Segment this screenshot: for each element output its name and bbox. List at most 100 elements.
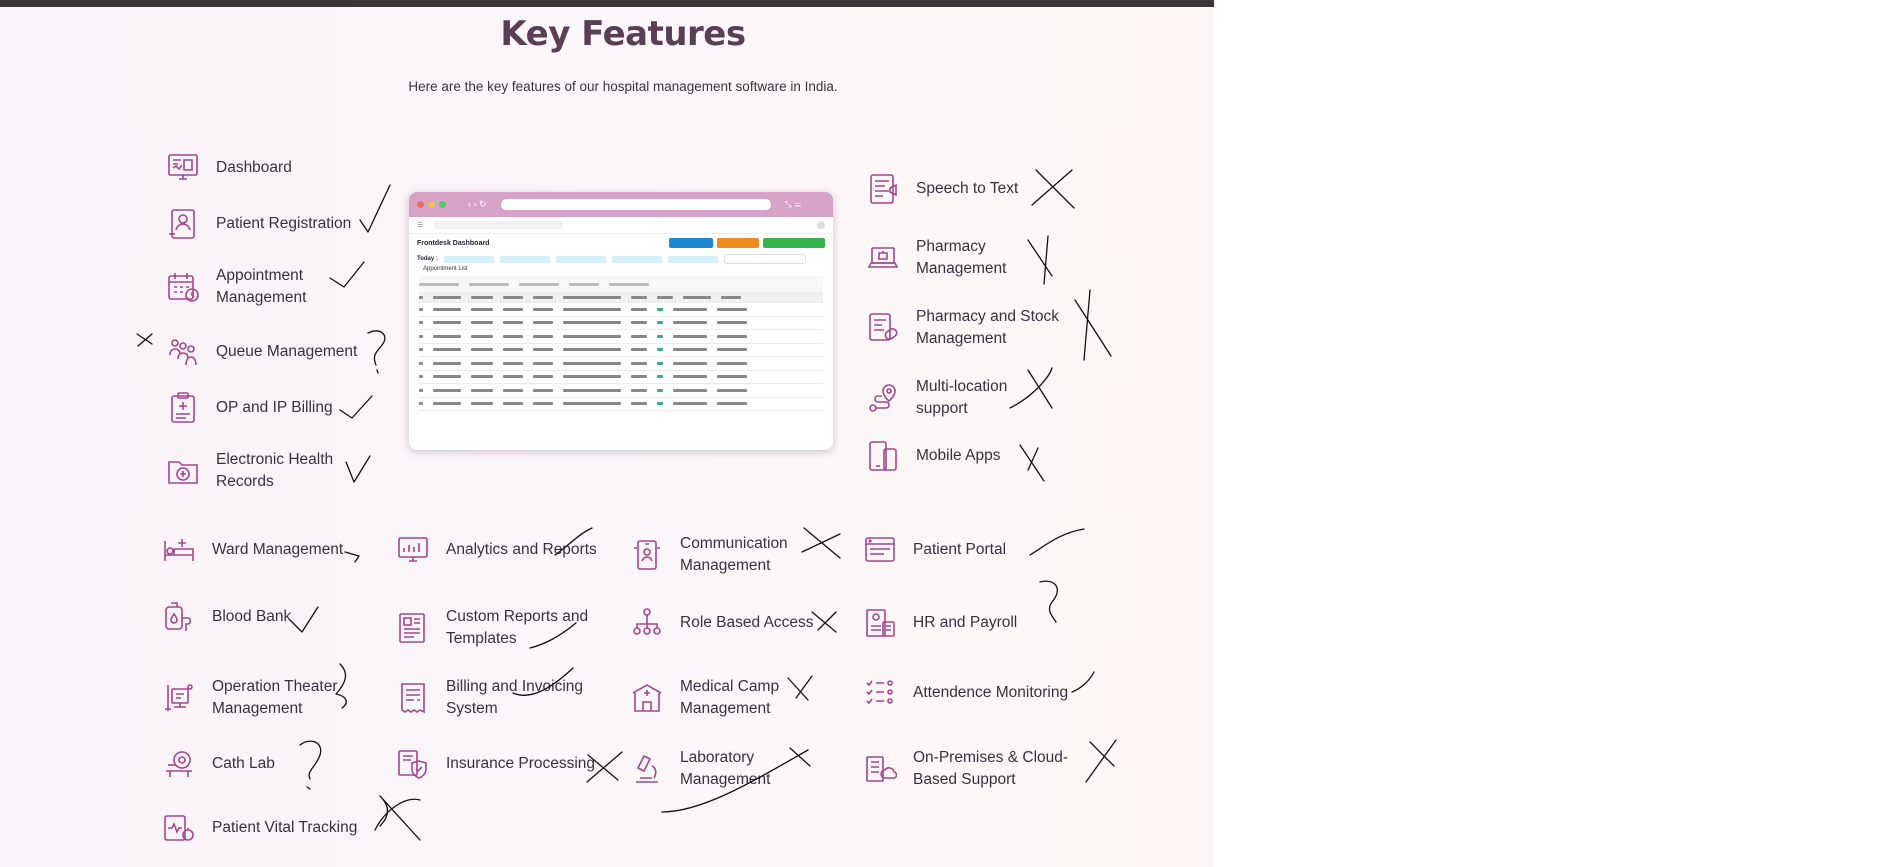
feature-patient-vital-tracking: Patient Vital Tracking bbox=[162, 811, 357, 845]
check-mark bbox=[345, 455, 371, 483]
appointment-table bbox=[419, 276, 823, 411]
check-mark bbox=[1029, 528, 1085, 556]
feature-label: Speech to Text bbox=[916, 180, 1019, 197]
pharmacy-laptop-icon bbox=[866, 241, 900, 275]
check-mark bbox=[1071, 671, 1095, 693]
feature-label: Appointment Management bbox=[216, 267, 307, 306]
page-title: Key Features bbox=[500, 14, 746, 54]
feature-label: Patient Portal bbox=[913, 541, 1007, 558]
patient-registration-icon bbox=[166, 207, 200, 241]
cross-mark bbox=[1019, 444, 1045, 482]
feature-operation-theater: Operation Theater Management bbox=[162, 676, 338, 720]
feature-blood-bank: Blood Bank bbox=[162, 600, 291, 634]
cross-mark bbox=[1027, 235, 1053, 285]
feature-label: Custom Reports and Templates bbox=[446, 608, 589, 647]
today-label: Today : bbox=[417, 256, 438, 262]
feature-label: OP and IP Billing bbox=[216, 399, 333, 416]
insurance-shield-icon bbox=[396, 747, 430, 781]
feature-label: HR and Payroll bbox=[913, 614, 1018, 631]
bracket-mark bbox=[1039, 580, 1058, 623]
feature-custom-reports: Custom Reports and Templates bbox=[396, 606, 588, 650]
feature-label: Billing and Invoicing System bbox=[446, 678, 584, 717]
app-toolbar: ☰ bbox=[409, 217, 833, 234]
cross-mark bbox=[1085, 739, 1117, 783]
feature-patient-portal: Patient Portal bbox=[863, 533, 1006, 567]
top-bar bbox=[0, 0, 1214, 7]
feature-label: Role Based Access bbox=[680, 614, 814, 631]
operation-theater-icon bbox=[162, 681, 196, 715]
feature-speech-to-text: Speech to Text bbox=[866, 172, 1018, 206]
check-mark bbox=[289, 606, 319, 633]
dashboard-heading: Frontdesk Dashboard bbox=[417, 239, 490, 247]
attendance-checklist-icon bbox=[863, 676, 897, 710]
feature-label: Medical Camp Management bbox=[680, 678, 780, 717]
check-mark bbox=[359, 184, 391, 233]
dashboard-icon bbox=[166, 151, 200, 185]
question-mark bbox=[367, 330, 386, 374]
feature-multi-location-support: Multi-location support bbox=[866, 376, 1007, 420]
feature-insurance-processing: Insurance Processing bbox=[396, 747, 595, 781]
mobile-apps-icon bbox=[866, 439, 900, 473]
cross-mark bbox=[136, 333, 153, 347]
feature-label: Patient Registration bbox=[216, 215, 352, 232]
role-hierarchy-icon bbox=[630, 606, 664, 640]
feature-label: Pharmacy Management bbox=[916, 238, 1007, 277]
cross-mark bbox=[374, 795, 421, 841]
feature-label: Communication Management bbox=[680, 535, 788, 574]
cath-lab-icon bbox=[162, 747, 196, 781]
feature-communication-management: Communication Management bbox=[630, 533, 788, 577]
cross-mark bbox=[1074, 289, 1112, 361]
summary-chips: Today : bbox=[409, 252, 833, 266]
arrow-mark bbox=[344, 551, 360, 563]
feature-op-ip-billing: OP and IP Billing bbox=[166, 391, 333, 425]
feature-label: Blood Bank bbox=[212, 608, 292, 625]
microscope-icon bbox=[630, 752, 664, 786]
feature-analytics-reports: Analytics and Reports bbox=[396, 533, 597, 567]
feature-label: Patient Vital Tracking bbox=[212, 819, 358, 836]
billing-clipboard-icon bbox=[166, 391, 200, 425]
feature-label: Queue Management bbox=[216, 343, 358, 360]
cross-mark bbox=[1031, 169, 1075, 209]
page-subtitle: Here are the key features of our hospita… bbox=[408, 79, 838, 94]
feature-role-based-access: Role Based Access bbox=[630, 606, 814, 640]
feature-billing-invoicing: Billing and Invoicing System bbox=[396, 676, 583, 720]
feature-label: On-Premises & Cloud- Based Support bbox=[913, 749, 1069, 788]
feature-mobile-apps: Mobile Apps bbox=[866, 439, 1000, 473]
feature-hr-payroll: HR and Payroll bbox=[863, 606, 1017, 640]
feature-label: Attendence Monitoring bbox=[913, 684, 1069, 701]
feature-label: Analytics and Reports bbox=[446, 541, 597, 558]
bracket-mark bbox=[335, 663, 347, 709]
feature-electronic-health-records: Electronic Health Records bbox=[166, 449, 333, 493]
feature-pharmacy-management: Pharmacy Management bbox=[866, 236, 1006, 280]
feature-appointment-management: Appointment Management bbox=[166, 265, 306, 309]
feature-label: Pharmacy and Stock Management bbox=[916, 308, 1060, 347]
health-records-folder-icon bbox=[166, 454, 200, 488]
feature-attendance-monitoring: Attendence Monitoring bbox=[863, 676, 1068, 710]
cross-mark bbox=[811, 611, 837, 633]
pharmacy-stock-icon bbox=[866, 311, 900, 345]
feature-label: Operation Theater Management bbox=[212, 678, 338, 717]
report-templates-icon bbox=[396, 611, 430, 645]
blood-bag-icon bbox=[162, 600, 196, 634]
patient-portal-icon bbox=[863, 533, 897, 567]
vital-tracking-icon bbox=[162, 811, 196, 845]
feature-label: Mobile Apps bbox=[916, 447, 1001, 464]
feature-ward-management: Ward Management bbox=[162, 533, 343, 567]
feature-label: Dashboard bbox=[216, 159, 292, 176]
feature-on-premises-cloud: On-Premises & Cloud- Based Support bbox=[863, 747, 1068, 791]
feature-label: Multi-location support bbox=[916, 378, 1008, 417]
analytics-monitor-icon bbox=[396, 533, 430, 567]
question-mark bbox=[299, 740, 322, 790]
features-page: Key Features Here are the key features o… bbox=[0, 0, 1214, 867]
cloud-server-icon bbox=[863, 752, 897, 786]
cross-mark bbox=[787, 675, 813, 701]
feature-pharmacy-stock-management: Pharmacy and Stock Management bbox=[866, 306, 1059, 350]
browser-chrome: ‹ › ↻ ⤡ ☰ bbox=[409, 192, 833, 217]
feature-medical-camp: Medical Camp Management bbox=[630, 676, 779, 720]
feature-label: Cath Lab bbox=[212, 755, 275, 772]
communication-phone-icon bbox=[630, 538, 664, 572]
feature-cath-lab: Cath Lab bbox=[162, 747, 275, 781]
cross-mark bbox=[1009, 367, 1053, 409]
appointment-list-tab: Appointment List bbox=[423, 266, 468, 272]
medical-camp-icon bbox=[630, 681, 664, 715]
